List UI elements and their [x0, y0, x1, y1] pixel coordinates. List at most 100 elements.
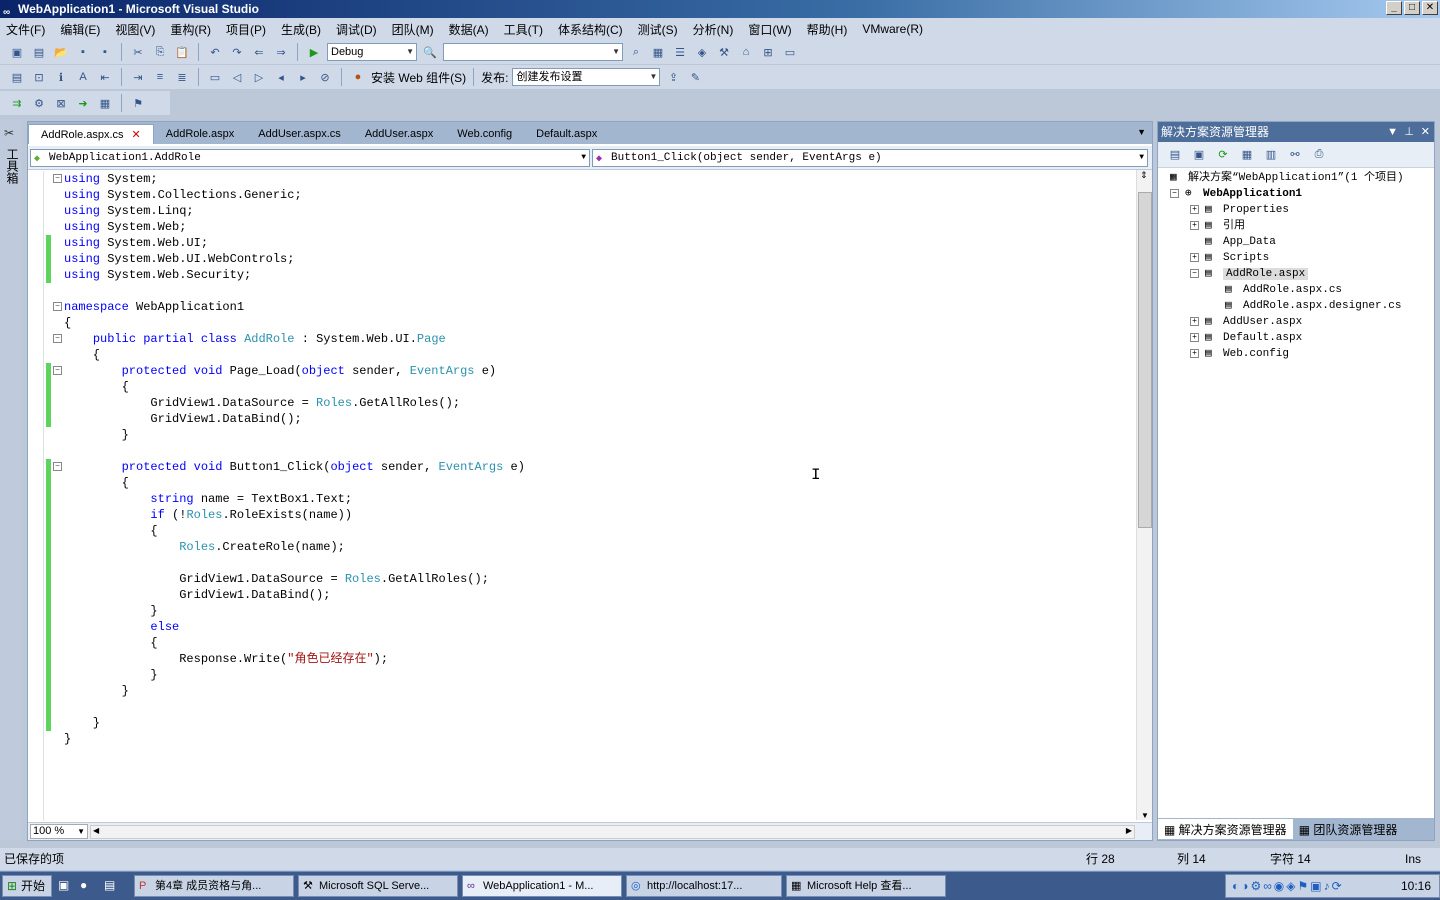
task-help-viewer[interactable]: ▦ Microsoft Help 查看... — [786, 875, 946, 897]
menu-vmware[interactable]: VMware(R) — [862, 22, 923, 36]
code-line[interactable]: if (!Roles.RoleExists(name)) — [64, 507, 352, 523]
tree-item[interactable]: + ▤ AddUser.aspx — [1190, 314, 1302, 330]
install-web-components-button[interactable]: 安装 Web 组件(S) — [371, 69, 466, 86]
menu-team[interactable]: 团队(M) — [392, 21, 434, 38]
code-line[interactable]: { — [64, 315, 71, 331]
open-file-icon[interactable]: 📂 — [52, 43, 70, 61]
decrease-indent-icon[interactable]: ⇤ — [96, 68, 114, 86]
close-button[interactable]: ✕ — [1422, 1, 1438, 15]
scroll-down-arrow-icon[interactable]: ▼ — [1141, 811, 1149, 820]
navigate-forward-icon[interactable]: ⇒ — [272, 43, 290, 61]
nest-related-files-icon[interactable]: ⚯ — [1286, 146, 1304, 164]
tab-adduser-aspx-cs[interactable]: AddUser.aspx.cs — [246, 124, 353, 144]
tab-web-config[interactable]: Web.config — [445, 124, 524, 144]
menu-project[interactable]: 项目(P) — [226, 21, 266, 38]
code-line[interactable]: GridView1.DataBind(); — [64, 587, 330, 603]
menu-view[interactable]: 视图(V) — [115, 21, 155, 38]
tree-item[interactable]: ▤ App_Data — [1190, 234, 1276, 250]
code-line[interactable]: { — [64, 379, 129, 395]
outline-collapse-icon[interactable]: − — [53, 334, 62, 343]
menu-file[interactable]: 文件(F) — [6, 21, 45, 38]
publish-web-icon[interactable]: ⇪ — [664, 68, 682, 86]
build-solution-icon[interactable]: ⚙ — [30, 94, 48, 112]
tree-item[interactable]: + ▤ Default.aspx — [1190, 330, 1302, 346]
explorer-icon[interactable]: ▤ — [104, 878, 115, 892]
redo-icon[interactable]: ↷ — [228, 43, 246, 61]
close-panel-icon[interactable]: ✕ — [1421, 122, 1430, 142]
increase-indent-icon[interactable]: ⇥ — [129, 68, 147, 86]
toolbox-icon[interactable]: ✂ — [4, 126, 14, 140]
menu-analyze[interactable]: 分析(N) — [693, 21, 734, 38]
minimize-button[interactable]: _ — [1386, 1, 1402, 15]
next-bookmark-icon[interactable]: ▷ — [250, 68, 268, 86]
expand-collapse-icon[interactable]: + — [1190, 316, 1199, 326]
properties-window-icon[interactable]: ☰ — [671, 43, 689, 61]
code-line[interactable]: { — [64, 347, 100, 363]
code-line[interactable]: } — [64, 715, 100, 731]
menu-window[interactable]: 窗口(W) — [748, 21, 791, 38]
active-files-dropdown-icon[interactable]: ▼ — [1137, 127, 1146, 137]
configuration-manager-icon[interactable]: ⚑ — [129, 94, 147, 112]
code-line[interactable]: Response.Write("角色已经存在"); — [64, 651, 388, 667]
code-line[interactable]: namespace WebApplication1 — [64, 299, 244, 315]
tab-addrole-aspx[interactable]: AddRole.aspx — [154, 124, 247, 144]
code-line[interactable]: using System.Linq; — [64, 203, 194, 219]
save-all-icon[interactable]: ▪ — [96, 43, 114, 61]
code-line[interactable]: public partial class AddRole : System.We… — [64, 331, 446, 347]
code-line[interactable]: } — [64, 603, 157, 619]
start-debugging-icon[interactable]: ▶ — [305, 43, 323, 61]
tab-solution-explorer[interactable]: ▦ 解决方案资源管理器 — [1158, 819, 1293, 839]
next-bookmark-folder-icon[interactable]: ▸ — [294, 68, 312, 86]
navigate-backward-icon[interactable]: ⇐ — [250, 43, 268, 61]
code-line[interactable]: using System.Web; — [64, 219, 186, 235]
code-line[interactable]: using System.Collections.Generic; — [64, 187, 302, 203]
menu-build[interactable]: 生成(B) — [281, 21, 321, 38]
close-tab-icon[interactable]: ✕ — [132, 129, 141, 141]
zoom-select[interactable]: 100 % ▼ — [30, 824, 88, 839]
find-combo[interactable]: ▼ — [443, 43, 623, 61]
code-line[interactable]: using System.Web.Security; — [64, 267, 251, 283]
find-icon[interactable]: ⌕ — [627, 43, 645, 61]
publish-settings-icon[interactable]: ✎ — [686, 68, 704, 86]
code-line[interactable]: using System; — [64, 171, 158, 187]
tray-icons[interactable]: ◐◑⚙∞◉◈⚑▣♪⟳ — [1232, 879, 1344, 893]
horizontal-scrollbar[interactable]: ◀ ▶ — [90, 825, 1135, 839]
code-line[interactable]: { — [64, 635, 157, 651]
extension-manager-icon[interactable]: ⊞ — [759, 43, 777, 61]
tree-item[interactable]: ▤ AddRole.aspx.designer.cs — [1210, 298, 1401, 314]
tree-item[interactable]: − ▤ AddRole.aspx — [1190, 266, 1309, 282]
add-item-icon[interactable]: ▤ — [30, 43, 48, 61]
code-line[interactable]: } — [64, 731, 71, 747]
auto-hide-pin-icon[interactable]: ⊥ — [1404, 122, 1414, 142]
tab-team-explorer[interactable]: ▦ 团队资源管理器 — [1293, 819, 1404, 840]
display-quick-info-icon[interactable]: ℹ — [52, 68, 70, 86]
display-word-completion-icon[interactable]: A — [74, 68, 92, 86]
tab-default-aspx[interactable]: Default.aspx — [524, 124, 609, 144]
menu-edit[interactable]: 编辑(E) — [60, 21, 100, 38]
copy-web-site-icon[interactable]: ⎙ — [1310, 146, 1328, 164]
outline-collapse-icon[interactable]: − — [53, 302, 62, 311]
code-line[interactable]: GridView1.DataSource = Roles.GetAllRoles… — [64, 395, 460, 411]
solution-configuration-select[interactable]: Debug ▼ — [327, 43, 417, 61]
tab-addrole-aspx-cs[interactable]: AddRole.aspx.cs ✕ — [28, 124, 154, 144]
firefox-icon[interactable]: ● — [80, 878, 87, 892]
tree-item[interactable]: + ▤ Scripts — [1190, 250, 1269, 266]
tree-item[interactable]: + ▤ 引用 — [1190, 218, 1245, 234]
maximize-button[interactable]: □ — [1404, 1, 1420, 15]
code-line[interactable]: } — [64, 683, 129, 699]
new-project-icon[interactable]: ▣ — [8, 43, 26, 61]
view-designer-icon[interactable]: ▥ — [1262, 146, 1280, 164]
outline-collapse-icon[interactable]: − — [53, 366, 62, 375]
tab-adduser-aspx[interactable]: AddUser.aspx — [353, 124, 445, 144]
code-line[interactable]: { — [64, 475, 129, 491]
task-sql-server[interactable]: ⚒ Microsoft SQL Serve... — [298, 875, 458, 897]
menu-debug[interactable]: 调试(D) — [336, 21, 377, 38]
menu-architecture[interactable]: 体系结构(C) — [558, 21, 623, 38]
outline-collapse-icon[interactable]: − — [53, 174, 62, 183]
solution-explorer-icon[interactable]: ▦ — [649, 43, 667, 61]
code-line[interactable]: using System.Web.UI.WebControls; — [64, 251, 294, 267]
tree-item[interactable]: + ▤ Properties — [1190, 202, 1289, 218]
start-page-icon[interactable]: ⌂ — [737, 43, 755, 61]
expand-collapse-icon[interactable]: − — [1190, 268, 1199, 278]
tree-item[interactable]: + ▤ Web.config — [1190, 346, 1289, 362]
